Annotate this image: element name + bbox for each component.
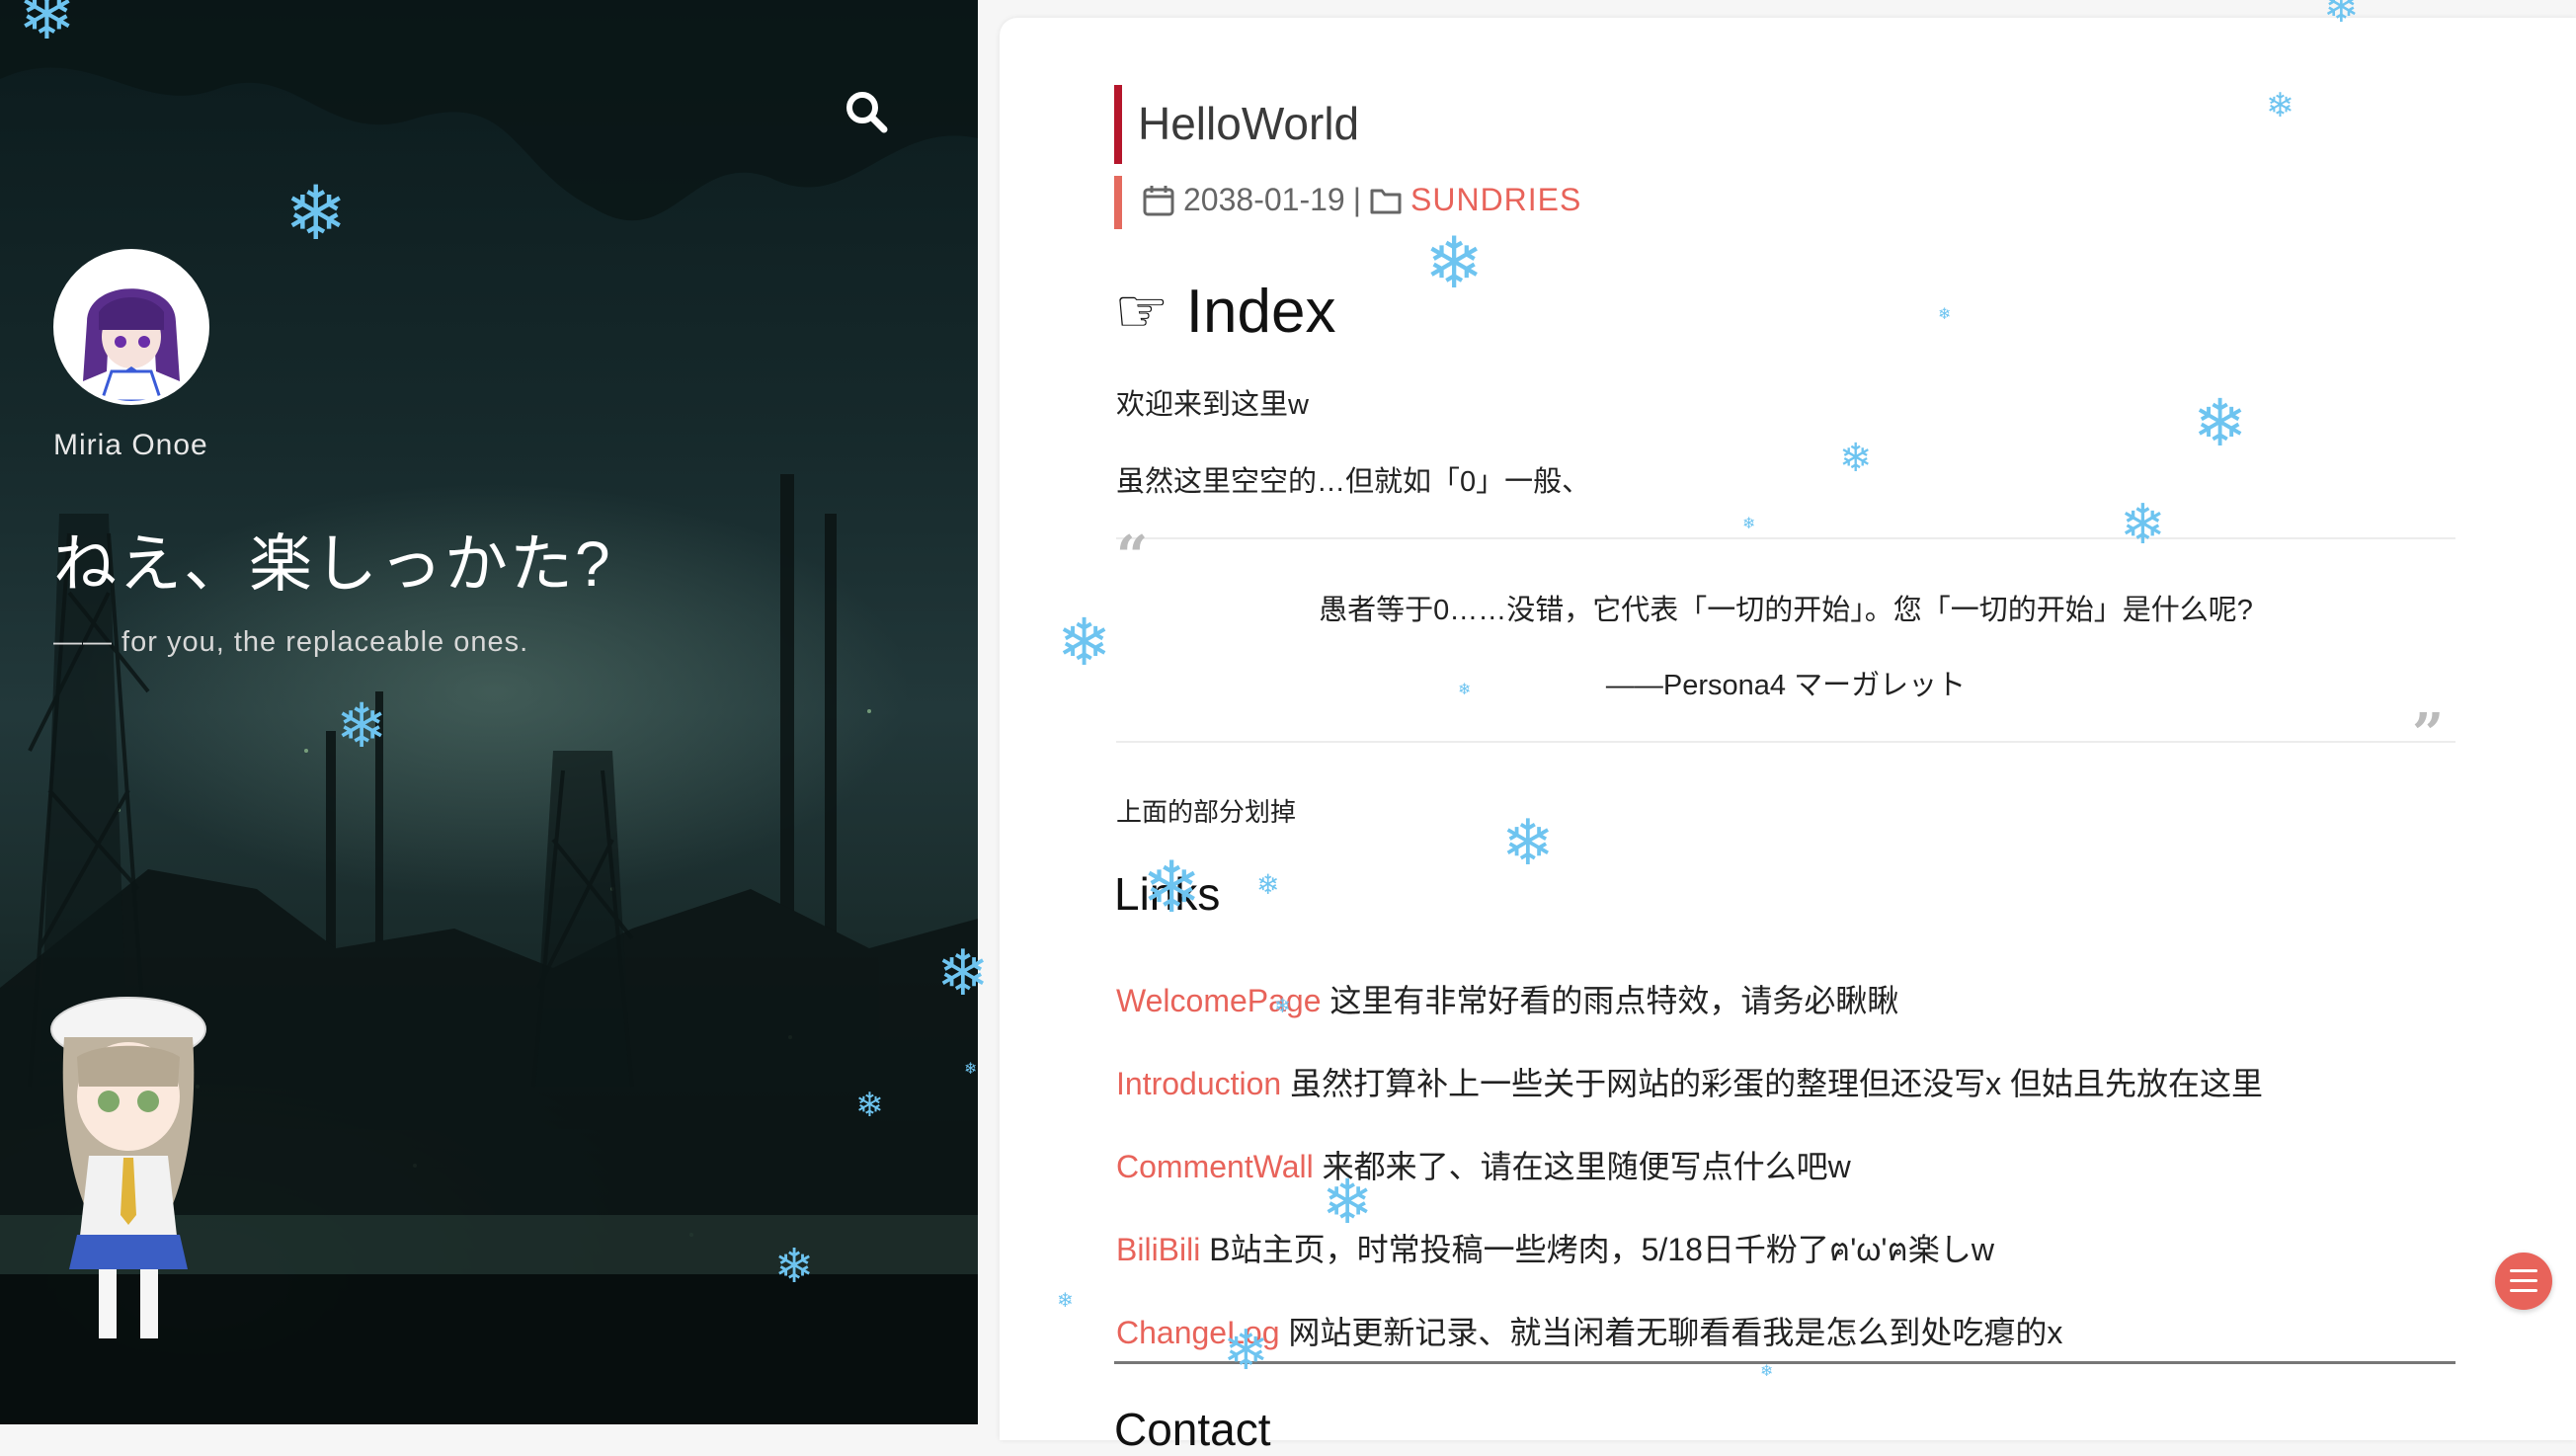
author-name: Miria Onoe (53, 429, 208, 461)
snowflake-icon: ❄ (1322, 1166, 1373, 1238)
snowflake-icon: ❄ (774, 1239, 815, 1294)
snowflake-icon: ❄ (1274, 994, 1291, 1017)
snowflake-icon: ❄ (964, 1059, 978, 1078)
quote-divider-top (1116, 537, 2455, 539)
snowflake-icon: ❄ (1501, 807, 1555, 880)
avatar-image (57, 253, 205, 401)
list-item: WelcomePage 这里有非常好看的雨点特效，请务必瞅瞅 (1116, 976, 1898, 1021)
snowflake-icon: ❄ (1256, 868, 1280, 901)
search-icon (846, 92, 888, 133)
post-category-link[interactable]: SUNDRIES (1410, 182, 1581, 218)
site-tagline: ねえ、楽しっかた? (53, 528, 612, 600)
quote-text: 愚者等于0……没错，它代表「一切的开始」。您「一切的开始」是什么呢? (1319, 595, 2253, 626)
search-button[interactable] (842, 87, 891, 136)
snowflake-icon: ❄ (1057, 605, 1112, 681)
quote-attribution: ——Persona4 マーガレット (1605, 670, 1967, 701)
menu-icon (2510, 1269, 2537, 1272)
link-commentwall[interactable]: CommentWall (1116, 1149, 1314, 1184)
snowflake-icon: ❄ (1142, 846, 1202, 929)
link-description: 虽然打算补上一些关于网站的彩蛋的整理但还没写x 但姑且先放在这里 (1290, 1066, 2264, 1101)
list-item: Introduction 虽然打算补上一些关于网站的彩蛋的整理但还没写x 但姑且… (1116, 1059, 2263, 1104)
avatar[interactable] (53, 249, 209, 405)
snowflake-icon: ❄ (1742, 514, 1756, 532)
index-heading: ☞ Index (1114, 278, 1336, 346)
snowflake-icon: ❄ (1938, 304, 1952, 323)
link-description: 来都来了、请在这里随便写点什么吧w (1322, 1149, 1851, 1184)
welcome-text: 欢迎来到这里w (1116, 389, 1309, 421)
mascot-character[interactable] (30, 988, 227, 1353)
title-accent-bar (1114, 85, 1122, 164)
open-quote-icon: “ (1116, 524, 1149, 589)
contact-heading: Contact (1114, 1404, 1271, 1455)
snowflake-icon: ❄ (2193, 385, 2248, 461)
link-bilibili[interactable]: BiliBili (1116, 1232, 1200, 1267)
snowflake-icon: ❄ (2266, 86, 2294, 125)
list-item: CommentWall 来都来了、请在这里随便写点什么吧w (1116, 1142, 1851, 1187)
folder-icon (1370, 189, 1402, 213)
link-description: 这里有非常好看的雨点特效，请务必瞅瞅 (1329, 983, 1899, 1018)
list-item: BiliBili B站主页，时常投稿一些烤肉，5/18日千粉了ฅ'ω'ฅ楽しw (1116, 1225, 1994, 1275)
meta-separator: | (1352, 182, 1361, 217)
quote-divider-bottom (1116, 741, 2455, 743)
snowflake-icon: ❄ (284, 169, 348, 257)
post-title[interactable]: HelloWorld (1138, 97, 1359, 150)
post-meta: 2038-01-19 | SUNDRIES (1142, 182, 1581, 218)
intro-text: 虽然这里空空的…但就如「0」一般、 (1116, 466, 1591, 498)
link-introduction[interactable]: Introduction (1116, 1066, 1281, 1101)
sidebar: Miria Onoe ねえ、楽しっかた? —— for you, the rep… (0, 0, 978, 1424)
snowflake-icon: ❄ (1057, 1288, 1074, 1312)
snowflake-icon: ❄ (336, 689, 387, 762)
menu-button[interactable] (2495, 1253, 2552, 1310)
snowflake-icon: ❄ (1223, 1319, 1269, 1383)
snowflake-icon: ❄ (2120, 493, 2166, 557)
section-divider (1114, 1361, 2455, 1364)
snowflake-icon: ❄ (1760, 1361, 1774, 1380)
close-quote-icon: ” (2412, 701, 2445, 767)
post-date: 2038-01-19 (1183, 182, 1345, 217)
snowflake-icon: ❄ (2323, 0, 2360, 33)
site-subtitle: —— for you, the replaceable ones. (53, 626, 529, 658)
snowflake-icon: ❄ (18, 0, 76, 55)
mascot-image (50, 997, 206, 1338)
snowflake-icon: ❄ (855, 1086, 884, 1125)
calendar-icon (1143, 185, 1174, 215)
note-text: 上面的部分划掉 (1116, 797, 1297, 827)
snowflake-icon: ❄ (1424, 221, 1485, 304)
snowflake-icon: ❄ (936, 937, 990, 1011)
link-description: 网站更新记录、就当闲着无聊看看我是怎么到处吃瘪的x (1288, 1315, 2063, 1350)
meta-accent-bar (1114, 176, 1122, 229)
snowflake-icon: ❄ (1839, 436, 1873, 481)
snowflake-icon: ❄ (1458, 680, 1472, 698)
